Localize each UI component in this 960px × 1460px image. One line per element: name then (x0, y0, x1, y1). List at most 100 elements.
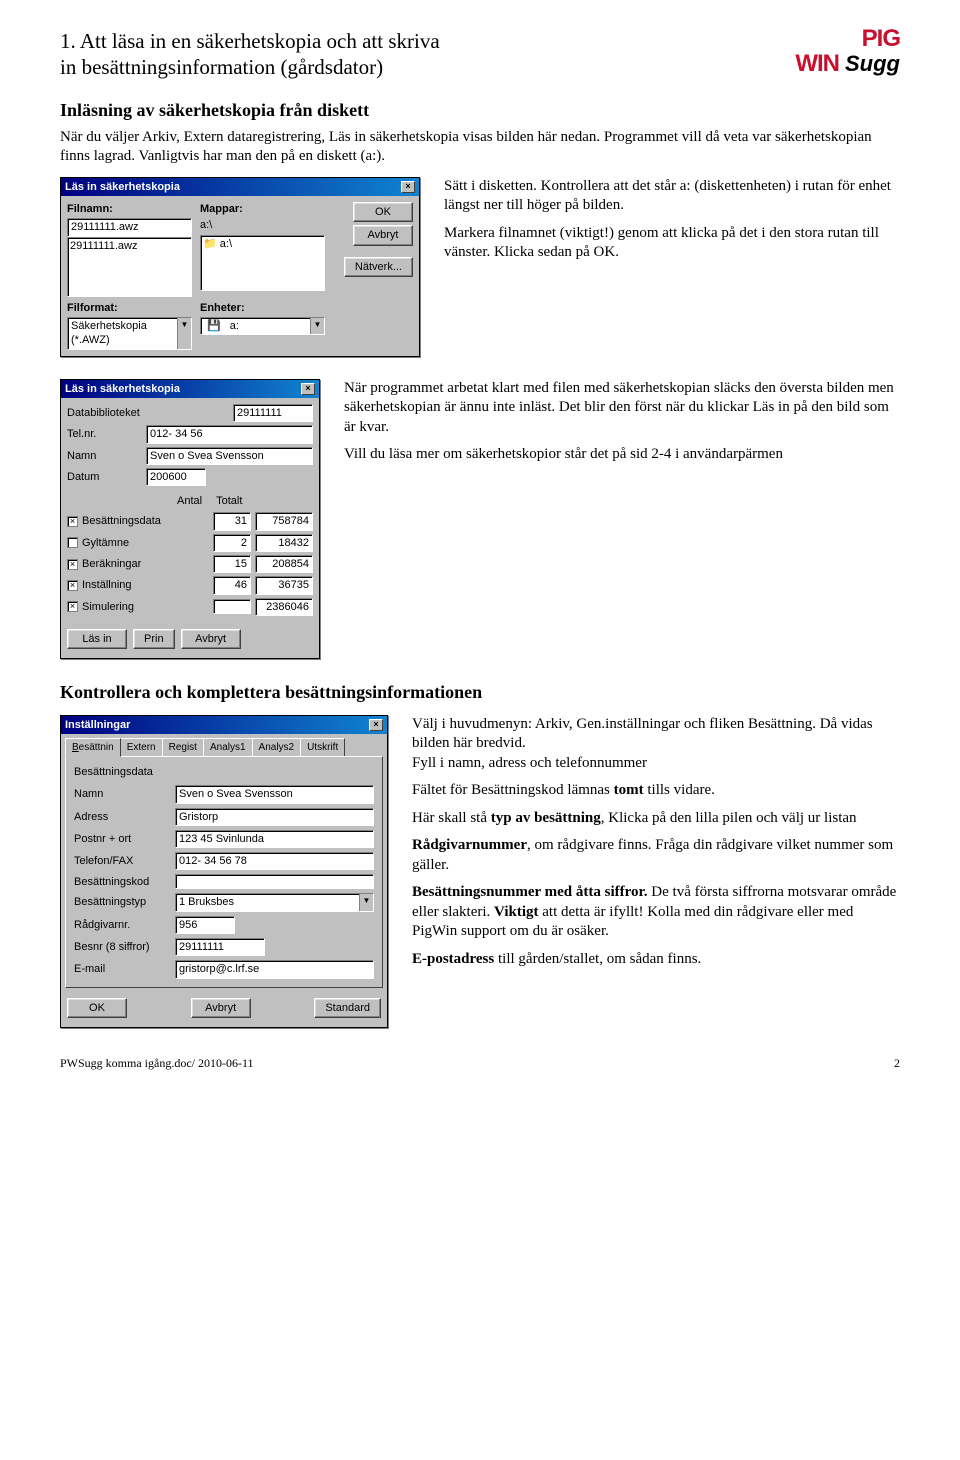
check-label: Inställning (82, 578, 209, 592)
page-title: 1. Att läsa in en säkerhetskopia och att… (60, 28, 795, 81)
footer: PWSugg komma igång.doc/ 2010-06-11 2 (60, 1056, 900, 1072)
input-tel[interactable]: 012- 34 56 (146, 425, 313, 443)
input-radgivar[interactable]: 956 (175, 916, 235, 934)
row-dialog1: Läs in säkerhetskopia × Filnamn: 2911111… (60, 177, 900, 357)
lasin-button[interactable]: Läs in (67, 629, 127, 649)
input-datum[interactable]: 200600 (146, 468, 206, 486)
antal-value (213, 599, 251, 614)
tab-utskrift[interactable]: Utskrift (300, 738, 345, 756)
avbryt-button[interactable]: Avbryt (353, 225, 413, 245)
label-radgivar: Rådgivarnr. (74, 918, 169, 932)
input-email[interactable]: gristorp@c.lrf.se (175, 960, 374, 978)
chevron-down-icon[interactable]: ▼ (177, 318, 191, 349)
tab-besattnin[interactable]: Besättnin (65, 738, 121, 757)
folder-icon: 📁 (203, 238, 220, 250)
file-list[interactable]: 29111111.awz (67, 237, 192, 297)
dialog2-titlebar: Läs in säkerhetskopia × (61, 380, 319, 398)
chevron-down-icon[interactable]: ▼ (359, 894, 373, 910)
footer-right: 2 (894, 1056, 900, 1072)
totalt-value: 2386046 (255, 598, 313, 616)
antal-headers: Antal Totalt (177, 494, 313, 508)
input-namn[interactable]: Sven o Svea Svensson (146, 447, 313, 465)
totalt-value: 18432 (255, 534, 313, 552)
input-besnr[interactable]: 29111111 (175, 938, 265, 956)
antal-value: 46 (213, 576, 251, 594)
tab-analys1[interactable]: Analys1 (203, 738, 253, 756)
input-postort[interactable]: 123 45 Svinlunda (175, 830, 374, 848)
input-namn3[interactable]: Sven o Svea Svensson (175, 785, 374, 803)
section1-subtitle: Inläsning av säkerhetskopia från diskett (60, 99, 900, 122)
page-header: 1. Att läsa in en säkerhetskopia och att… (60, 28, 900, 81)
prin-button[interactable]: Prin (133, 629, 175, 649)
section1-p2: Markera filnamnet (viktigt!) genom att k… (444, 224, 900, 263)
close-icon[interactable]: × (301, 383, 315, 395)
input-telefon[interactable]: 012- 34 56 78 (175, 852, 374, 870)
section3-p5: Besättningsnummer med åtta siffror. De t… (412, 883, 900, 942)
folder-tree-item[interactable]: a:\ (220, 238, 232, 250)
label-mappar: Mappar: (200, 202, 325, 216)
check-label: Simulering (82, 600, 209, 614)
label-filnamn: Filnamn: (67, 202, 192, 216)
check-label: Besättningsdata (82, 514, 209, 528)
section2-sidetext: När programmet arbetat klart med filen m… (344, 379, 900, 473)
label-besnr: Besnr (8 siffror) (74, 940, 169, 954)
ok-button[interactable]: OK (67, 998, 127, 1018)
avbryt-button[interactable]: Avbryt (191, 998, 251, 1018)
bestyp-value: 1 Bruksbes (176, 894, 359, 910)
tab-analys2[interactable]: Analys2 (252, 738, 302, 756)
logo-win: WIN (795, 53, 839, 75)
antal-value: 15 (213, 555, 251, 573)
dialog3-title: Inställningar (65, 718, 130, 732)
section1-sidetext: Sätt i disketten. Kontrollera att det st… (444, 177, 900, 271)
section3-sidetext: Välj i huvudmenyn: Arkiv, Gen.inställnin… (412, 715, 900, 978)
label-filformat: Filformat: (67, 301, 192, 315)
label-enheter: Enheter: (200, 301, 325, 315)
dialog-read-backup: Läs in säkerhetskopia × Databiblioteket … (60, 379, 320, 660)
section3-title: Kontrollera och komplettera besättningsi… (60, 681, 900, 704)
input-filnamn[interactable]: 29111111.awz (67, 218, 192, 236)
check-row: Gyltämne218432 (67, 534, 313, 552)
tab-regist[interactable]: Regist (162, 738, 204, 756)
tab1-rest: esättnin (79, 742, 114, 753)
check-row: ×Inställning4636735 (67, 576, 313, 594)
natverk-button[interactable]: Nätverk... (344, 257, 413, 277)
input-beskod[interactable] (175, 874, 374, 889)
filformat-value: Säkerhetskopia (*.AWZ) (68, 318, 177, 349)
checkbox[interactable]: × (67, 559, 78, 570)
dropdown-filformat[interactable]: Säkerhetskopia (*.AWZ) ▼ (67, 317, 192, 350)
label-telefon: Telefon/FAX (74, 854, 169, 868)
checkbox[interactable]: × (67, 580, 78, 591)
file-list-item[interactable]: 29111111.awz (70, 239, 189, 253)
enheter-value: a: (227, 319, 242, 333)
close-icon[interactable]: × (401, 181, 415, 193)
close-icon[interactable]: × (369, 719, 383, 731)
title-line2: in besättningsinformation (gårdsdator) (60, 55, 383, 79)
ok-button[interactable]: OK (353, 202, 413, 222)
title-block: 1. Att läsa in en säkerhetskopia och att… (60, 28, 795, 81)
antal-value: 2 (213, 534, 251, 552)
chevron-down-icon[interactable]: ▼ (310, 318, 324, 334)
hdr-antal: Antal (177, 494, 202, 508)
checkbox[interactable] (67, 537, 78, 548)
dropdown-enheter[interactable]: 💾 a: ▼ (200, 317, 325, 335)
check-row: ×Beräkningar15208854 (67, 555, 313, 573)
avbryt-button[interactable]: Avbryt (181, 629, 241, 649)
label-databib: Databiblioteket (67, 406, 142, 420)
standard-button[interactable]: Standard (314, 998, 381, 1018)
section3-p6: E-postadress till gården/stallet, om såd… (412, 950, 900, 970)
section3-p4: Rådgivarnummer, om rådgivare finns. Fråg… (412, 836, 900, 875)
tab-extern[interactable]: Extern (120, 738, 163, 756)
mappar-path: a:\ (200, 218, 325, 232)
title-line1: 1. Att läsa in en säkerhetskopia och att… (60, 29, 440, 53)
antal-value: 31 (213, 512, 251, 530)
footer-left: PWSugg komma igång.doc/ 2010-06-11 (60, 1056, 254, 1072)
totalt-value: 758784 (255, 512, 313, 530)
check-row: × Simulering 2386046 (67, 598, 313, 616)
checkbox[interactable]: × (67, 601, 78, 612)
folder-tree[interactable]: 📁 a:\ (200, 235, 325, 291)
input-adress[interactable]: Gristorp (175, 808, 374, 826)
dropdown-bestyp[interactable]: 1 Bruksbes ▼ (175, 893, 374, 911)
input-databib[interactable]: 29111111 (233, 404, 313, 422)
checkbox[interactable]: × (67, 516, 78, 527)
totalt-value: 208854 (255, 555, 313, 573)
